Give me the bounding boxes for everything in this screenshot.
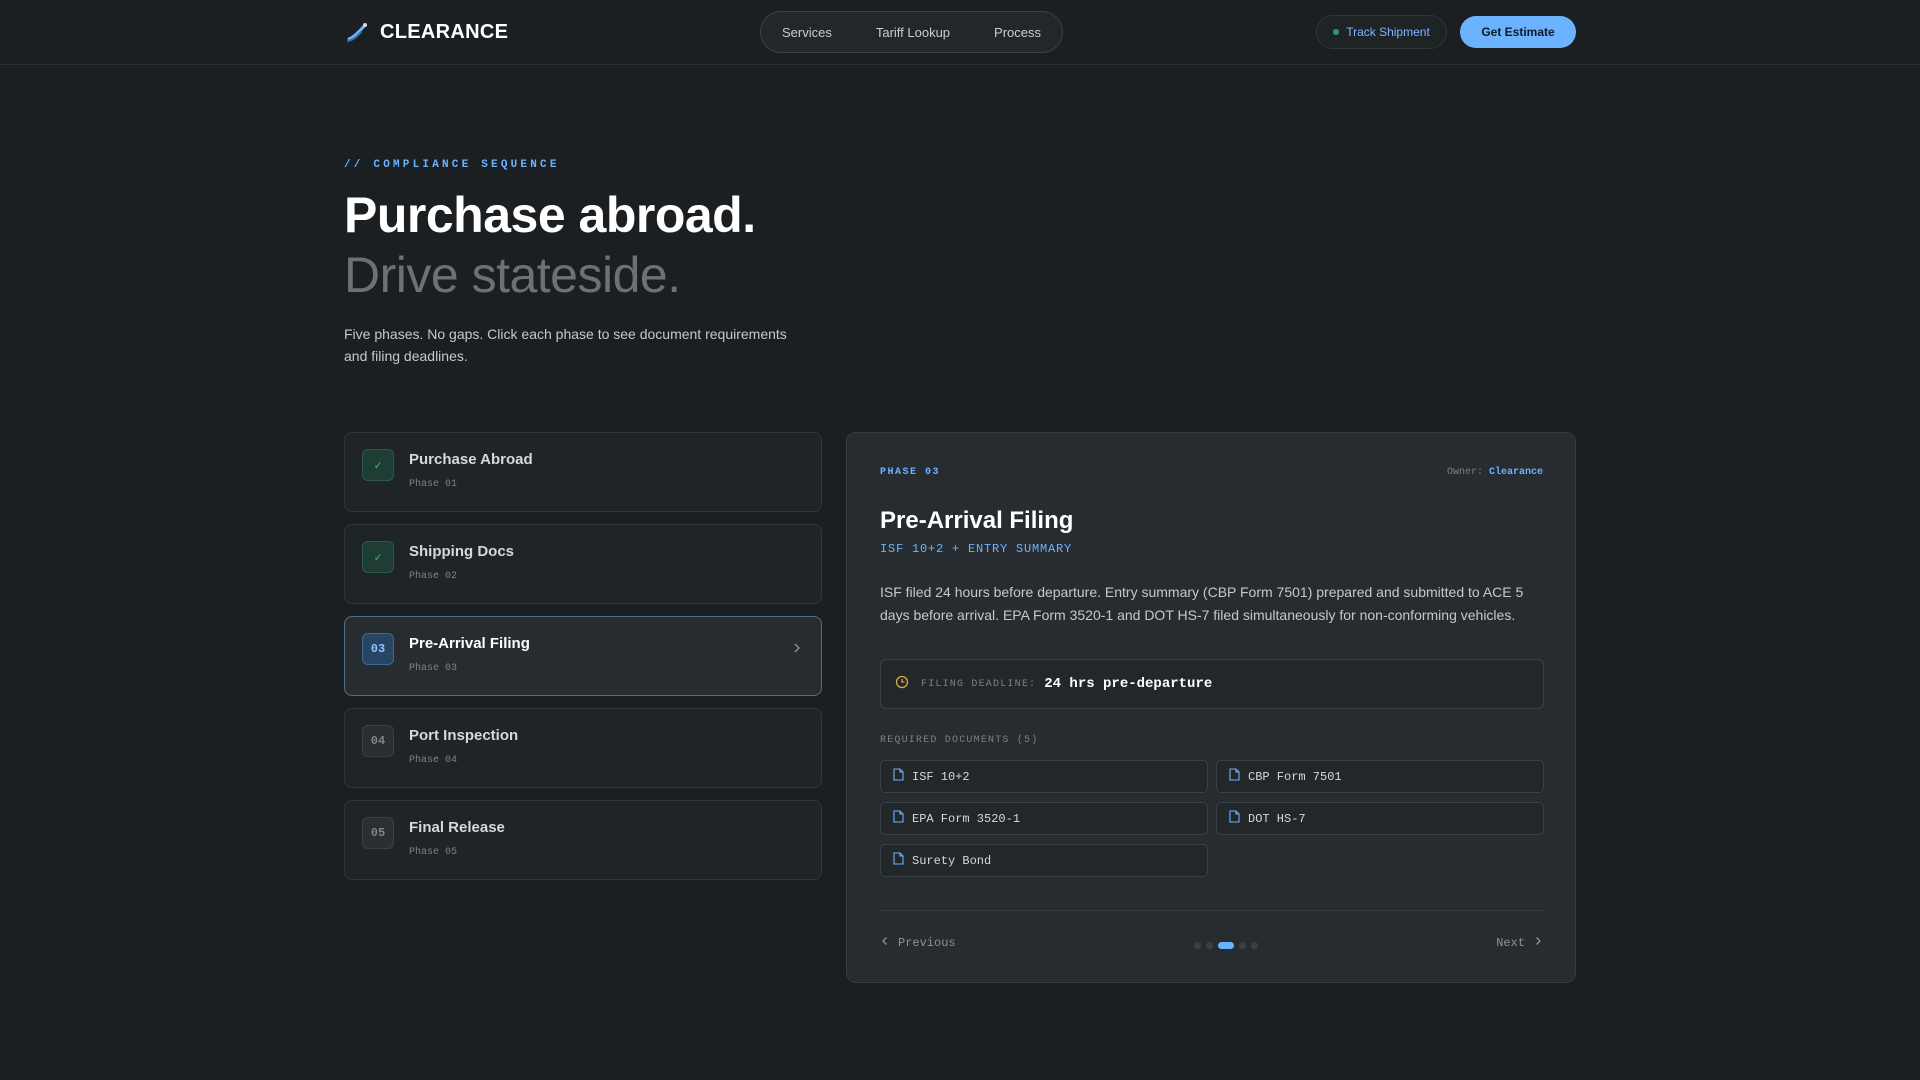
hero-title-line2: Drive stateside.: [344, 247, 681, 303]
phase-item-final-release[interactable]: 05 Final Release Phase 05: [344, 800, 822, 880]
get-estimate-button[interactable]: Get Estimate: [1460, 16, 1576, 48]
nav-link-process[interactable]: Process: [974, 17, 1061, 48]
owner-value: Clearance: [1488, 467, 1543, 478]
nav-link-tariff-lookup[interactable]: Tariff Lookup: [856, 17, 970, 48]
brand-name: CLEARANCE: [380, 20, 509, 43]
section-eyebrow: // COMPLIANCE SEQUENCE: [344, 159, 560, 171]
chevron-right-icon: [1533, 936, 1543, 950]
next-label: Next: [1496, 936, 1525, 950]
phase-number: Phase 03: [409, 663, 458, 674]
phase-title: Final Release: [409, 819, 505, 836]
document-item[interactable]: DOT HS-7: [1216, 802, 1544, 835]
document-item[interactable]: Surety Bond: [880, 844, 1208, 877]
owner-info: Owner: Clearance: [1447, 467, 1543, 478]
required-docs-label: REQUIRED DOCUMENTS (5): [880, 735, 1039, 746]
phase-item-shipping-docs[interactable]: ✓ Shipping Docs Phase 02: [344, 524, 822, 604]
phase-pagination: [1194, 942, 1258, 949]
filing-deadline-box: FILING DEADLINE: 24 hrs pre-departure: [880, 659, 1544, 709]
brand-logo[interactable]: CLEARANCE: [344, 19, 508, 45]
phase-number: Phase 05: [409, 847, 458, 858]
phase-item-port-inspection[interactable]: 04 Port Inspection Phase 04: [344, 708, 822, 788]
phase-number: Phase 01: [409, 479, 458, 490]
hero-title-line1: Purchase abroad.: [344, 187, 756, 243]
document-name: EPA Form 3520-1: [912, 811, 1021, 826]
document-icon: [893, 810, 904, 827]
document-name: DOT HS-7: [1248, 811, 1306, 826]
pagination-dot[interactable]: [1194, 942, 1201, 949]
track-shipment-button[interactable]: Track Shipment: [1316, 15, 1447, 49]
track-shipment-label: Track Shipment: [1346, 25, 1430, 39]
phase-item-purchase-abroad[interactable]: ✓ Purchase Abroad Phase 01: [344, 432, 822, 512]
document-icon: [893, 768, 904, 785]
phase-title: Pre-Arrival Filing: [409, 635, 530, 652]
detail-title: Pre-Arrival Filing: [880, 507, 1074, 534]
phase-badge: 03: [362, 633, 394, 665]
document-name: ISF 10+2: [912, 769, 970, 784]
phase-badge: 04: [362, 725, 394, 757]
document-icon: [893, 852, 904, 869]
chevron-left-icon: [880, 936, 890, 950]
chevron-right-icon: [791, 641, 803, 659]
divider: [880, 910, 1544, 911]
hero-intro: Five phases. No gaps. Click each phase t…: [344, 326, 787, 364]
check-icon: ✓: [362, 449, 394, 481]
ship-wake-icon: [344, 19, 370, 45]
pagination-dot-active[interactable]: [1218, 942, 1234, 949]
owner-label: Owner:: [1446, 467, 1483, 478]
phase-badge: 05: [362, 817, 394, 849]
document-item[interactable]: ISF 10+2: [880, 760, 1208, 793]
phase-title: Port Inspection: [409, 727, 519, 744]
phase-number: Phase 02: [409, 571, 458, 582]
document-icon: [1229, 768, 1240, 785]
document-name: Surety Bond: [912, 853, 992, 868]
pagination-dot[interactable]: [1206, 942, 1213, 949]
previous-label: Previous: [898, 936, 956, 950]
phase-number: Phase 04: [409, 755, 458, 766]
top-nav-bar: CLEARANCE Services Tariff Lookup Process…: [0, 0, 1920, 65]
pagination-dot[interactable]: [1251, 942, 1258, 949]
document-item[interactable]: CBP Form 7501: [1216, 760, 1544, 793]
phase-title: Purchase Abroad: [409, 451, 533, 468]
next-button[interactable]: Next: [1496, 936, 1543, 950]
previous-button[interactable]: Previous: [880, 936, 956, 950]
detail-subtitle: ISF 10+2 + ENTRY SUMMARY: [880, 542, 1073, 556]
phase-tag: PHASE 03: [880, 467, 941, 478]
phase-detail-panel: PHASE 03 Owner: Clearance Pre-Arrival Fi…: [846, 432, 1576, 983]
pagination-dot[interactable]: [1239, 942, 1246, 949]
document-name: CBP Form 7501: [1248, 769, 1342, 784]
detail-description: ISF filed 24 hours before departure. Ent…: [880, 584, 1524, 623]
main-nav: Services Tariff Lookup Process: [760, 11, 1063, 53]
check-icon: ✓: [362, 541, 394, 573]
nav-link-services[interactable]: Services: [762, 17, 852, 48]
deadline-value: 24 hrs pre-departure: [1044, 676, 1213, 692]
clock-icon: [895, 675, 909, 694]
document-icon: [1229, 810, 1240, 827]
deadline-label: FILING DEADLINE:: [921, 678, 1037, 690]
phase-item-pre-arrival-filing[interactable]: 03 Pre-Arrival Filing Phase 03: [344, 616, 822, 696]
document-item[interactable]: EPA Form 3520-1: [880, 802, 1208, 835]
phase-title: Shipping Docs: [409, 543, 514, 560]
status-dot-icon: [1333, 29, 1340, 35]
